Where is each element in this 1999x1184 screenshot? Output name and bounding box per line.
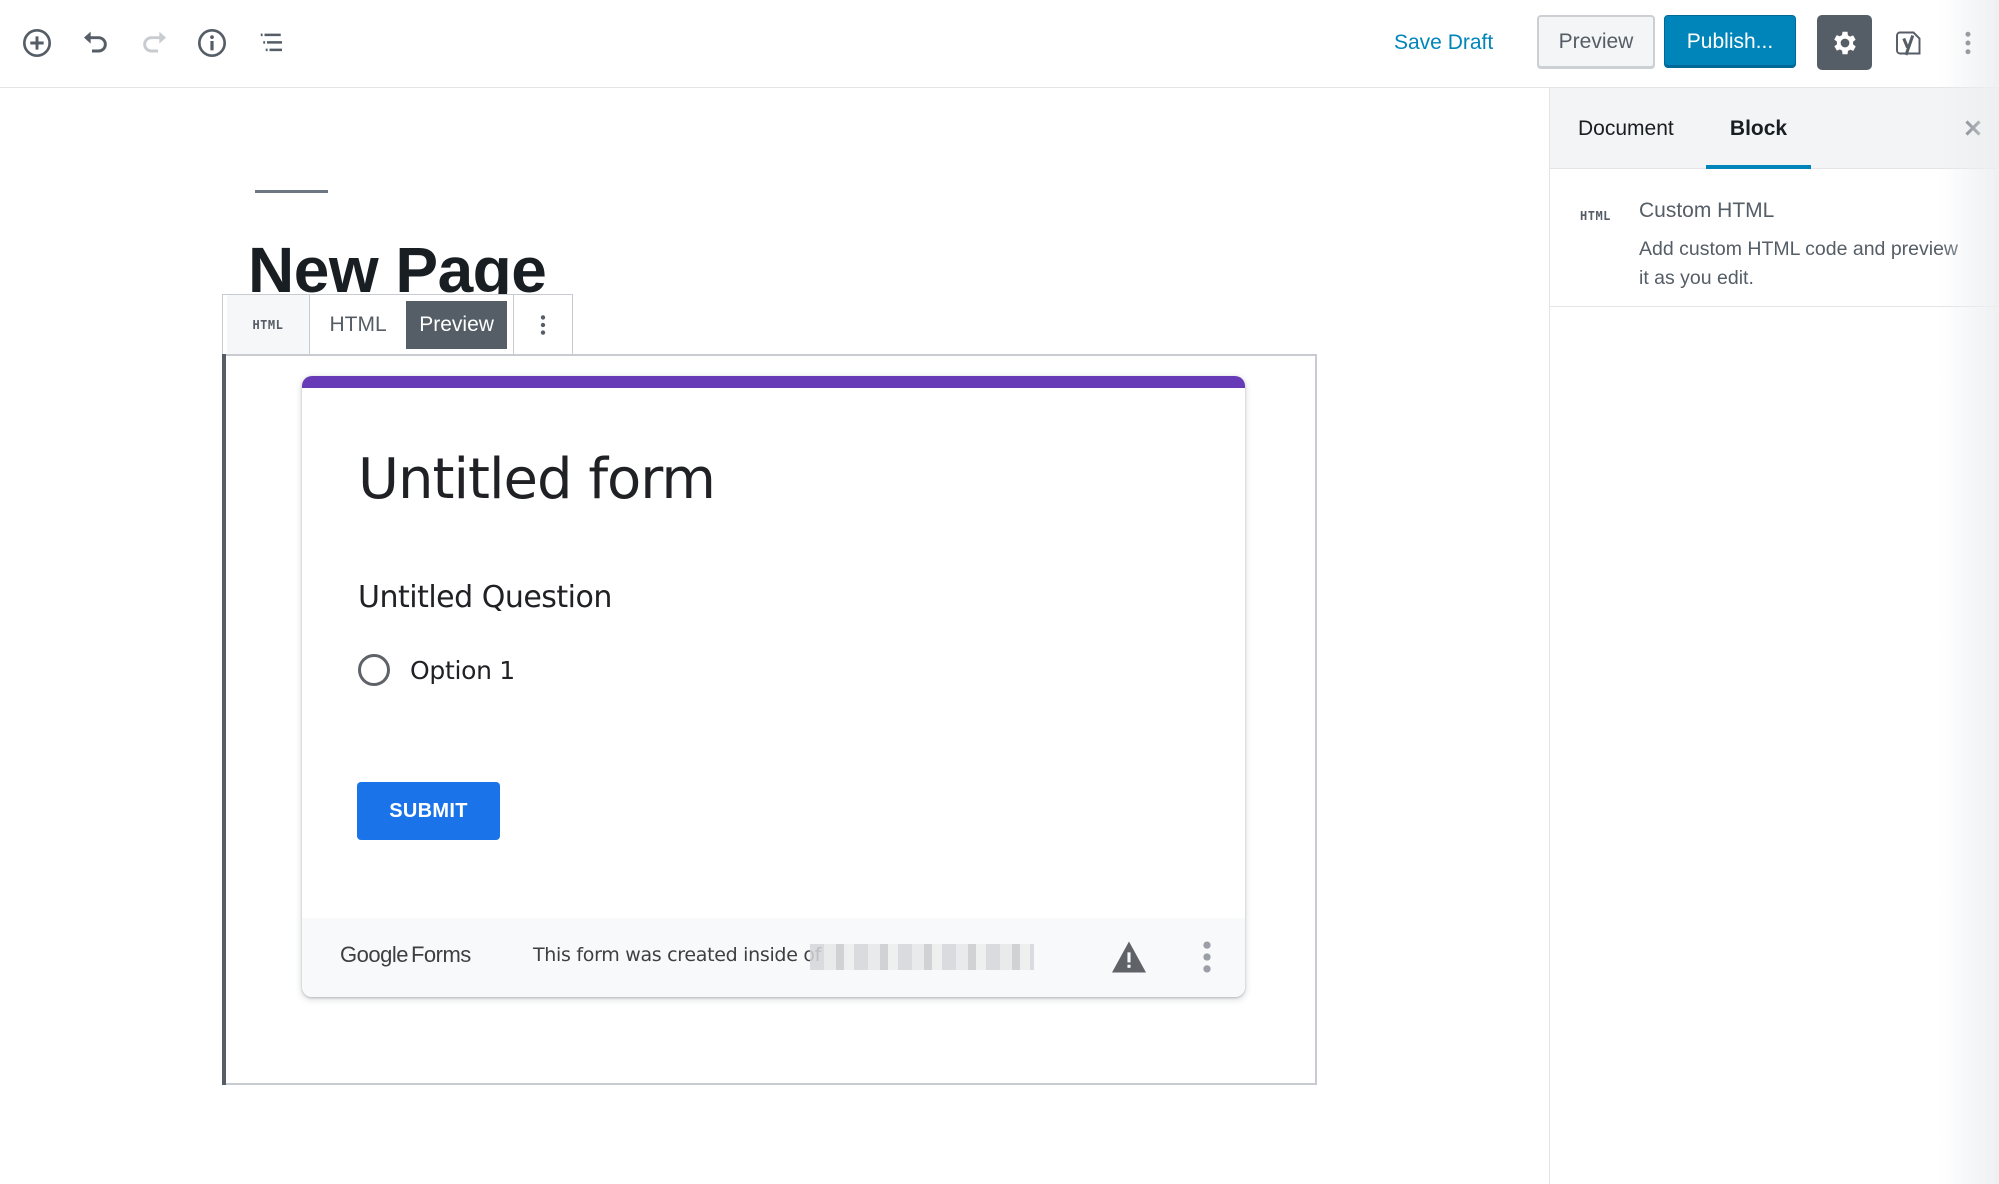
gear-icon	[1833, 31, 1856, 54]
block-more-options-button[interactable]	[512, 295, 572, 354]
block-toolbar: HTML HTML Preview	[222, 294, 573, 354]
preview-button[interactable]: Preview	[1537, 15, 1655, 68]
more-vertical-icon	[1203, 941, 1211, 973]
redacted-domain	[810, 944, 1034, 970]
undo-icon	[84, 31, 107, 53]
form-option[interactable]: Option 1	[358, 652, 515, 688]
block-card-description: Add custom HTML code and preview it as y…	[1639, 238, 1959, 289]
close-icon	[1965, 120, 1981, 136]
block-navigation-button[interactable]	[249, 20, 295, 66]
form-submit-button[interactable]: SUBMIT	[357, 782, 500, 840]
title-separator	[255, 190, 328, 193]
settings-sidebar: Document Block HTML Custom HTML Add cust…	[1549, 88, 1999, 1184]
close-sidebar-button[interactable]	[1960, 115, 1986, 146]
form-question: Untitled Question	[358, 580, 612, 615]
content-structure-button[interactable]	[189, 20, 235, 66]
sidebar-tabs: Document Block	[1550, 88, 1999, 169]
block-type-switcher[interactable]: HTML	[227, 295, 310, 354]
block-card-title: Custom HTML	[1639, 199, 1775, 222]
redo-button[interactable]	[131, 20, 177, 66]
add-block-button[interactable]	[14, 20, 60, 66]
form-footer: Google Forms This form was created inside…	[302, 918, 1245, 997]
google-form-embed: Untitled form Untitled Question Option 1…	[302, 376, 1245, 997]
google-forms-logo[interactable]: Google Forms	[340, 942, 471, 968]
save-draft-button[interactable]: Save Draft	[1380, 20, 1507, 66]
form-more-button[interactable]	[1200, 938, 1214, 981]
tab-preview[interactable]: Preview	[406, 301, 507, 349]
radio-button[interactable]	[358, 654, 390, 686]
form-accent-bar	[302, 376, 1245, 388]
add-block-icon	[23, 29, 51, 57]
tab-document[interactable]: Document	[1578, 88, 1674, 169]
report-abuse-button[interactable]	[1110, 940, 1148, 979]
block-card: HTML Custom HTML Add custom HTML code an…	[1550, 169, 1999, 307]
more-menu-button[interactable]	[1945, 20, 1991, 66]
tab-block[interactable]: Block	[1706, 88, 1811, 169]
logo-google: Google	[340, 942, 408, 967]
yoast-icon	[1896, 31, 1921, 56]
more-vertical-icon	[1965, 31, 1971, 55]
form-footer-notice: This form was created inside of	[533, 944, 822, 966]
warning-icon	[1112, 941, 1146, 973]
logo-forms: Forms	[410, 942, 471, 967]
more-vertical-icon	[540, 314, 546, 335]
post-title[interactable]: New Page	[248, 226, 546, 296]
tab-html[interactable]: HTML	[310, 295, 407, 354]
form-title: Untitled form	[358, 447, 716, 512]
settings-button[interactable]	[1817, 15, 1872, 70]
info-icon	[198, 29, 226, 57]
form-option-label: Option 1	[410, 655, 515, 685]
editor-header: Save Draft Preview Publish...	[0, 0, 1999, 88]
publish-button[interactable]: Publish...	[1664, 15, 1796, 68]
block-navigation-icon	[260, 33, 282, 52]
undo-button[interactable]	[73, 20, 119, 66]
redo-icon	[143, 31, 166, 53]
html-block-icon: HTML	[1580, 209, 1611, 223]
yoast-button[interactable]	[1886, 20, 1932, 66]
selected-block-indicator	[222, 294, 226, 1085]
